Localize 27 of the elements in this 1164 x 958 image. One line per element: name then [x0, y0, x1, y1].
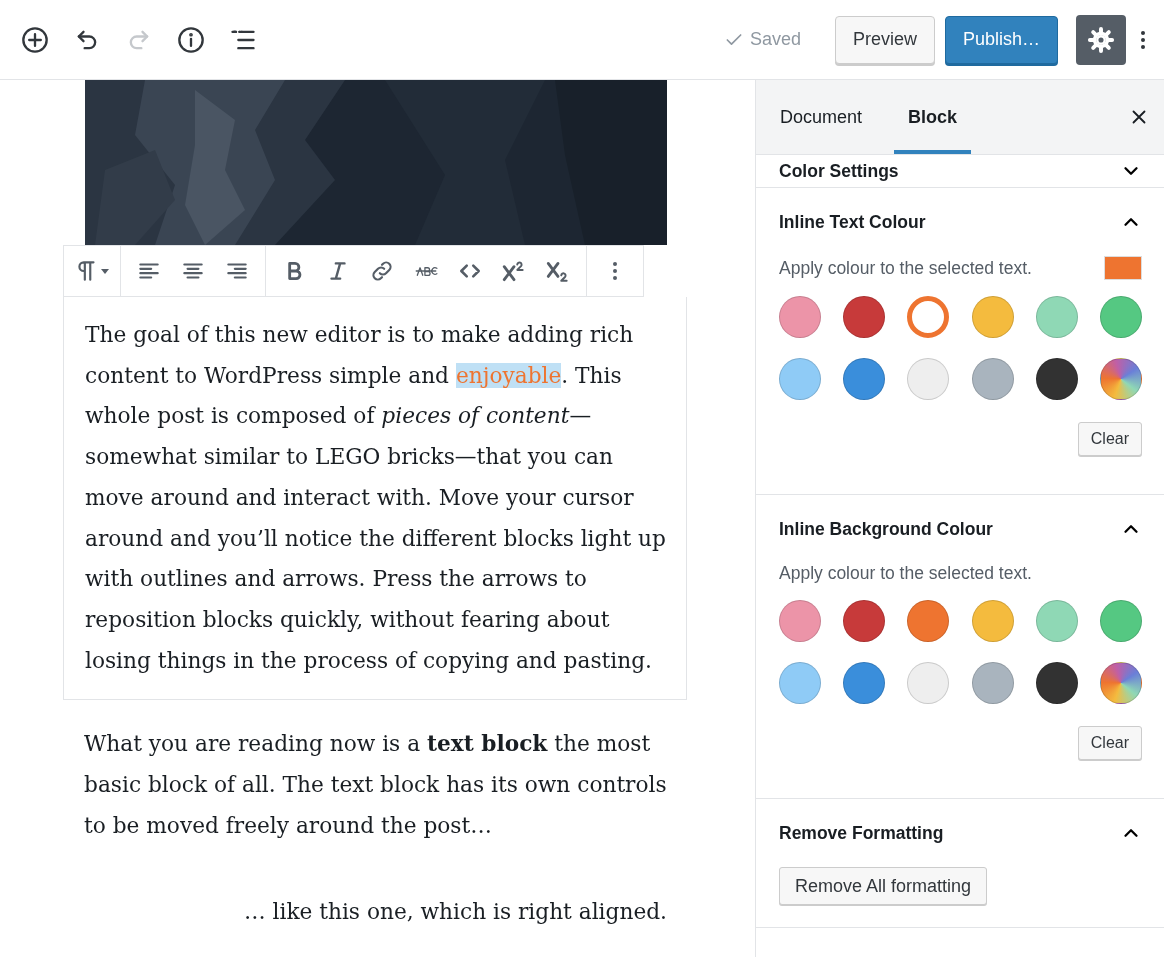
panel-title: Inline Text Colour [779, 211, 926, 233]
sidebar-tab[interactable]: Block [894, 80, 972, 154]
help-text: Apply colour to the selected text. [779, 257, 1032, 279]
more-icon [612, 259, 618, 283]
clear-button[interactable]: Clear [1077, 726, 1142, 760]
saved-status: Saved [749, 29, 801, 50]
info-icon [177, 25, 205, 54]
link-icon [369, 258, 395, 284]
settings-icon [1087, 25, 1115, 54]
help-text: Apply colour to the selected text. [779, 563, 1032, 584]
preview-button[interactable]: Preview [834, 15, 935, 64]
caret-icon [100, 266, 110, 276]
add-icon [21, 25, 49, 54]
custom-colour-swatch[interactable] [1099, 358, 1142, 400]
settings-button[interactable] [1076, 14, 1126, 65]
custom-colour-swatch[interactable] [1099, 662, 1142, 704]
clear-button[interactable]: Clear [1077, 422, 1142, 456]
publish-button[interactable]: Publish… [944, 15, 1058, 64]
paragraph: The goal of this new editor is to make adding rich content to WordPress simple and enjoyable. This whole post is composed of pieces of content—somewhat similar to LEGO bricks—that you can move around and interact with. Move your cursor around and you’ll notice the different blocks light up with outlines and arrows. Press the arrows to reposition blocks quickly, without fearing about losing things in the process of copying and pasting. [85, 321, 666, 675]
colour-swatch[interactable] [907, 296, 950, 338]
sidebar-tab[interactable]: Document [766, 80, 877, 154]
paragraph: … like this one, which is right aligned. [242, 898, 667, 927]
paragraph: What you are reading now is a text block the most basic block of all. The text block has its own controls to be moved freely around the post… [84, 730, 667, 840]
panel-title: Color Settings [779, 160, 899, 182]
remove-formatting-button[interactable]: Remove All formatting [779, 867, 988, 905]
panel-title: Remove Formatting [779, 822, 944, 844]
panel-title: Inline Background Colour [779, 518, 993, 540]
